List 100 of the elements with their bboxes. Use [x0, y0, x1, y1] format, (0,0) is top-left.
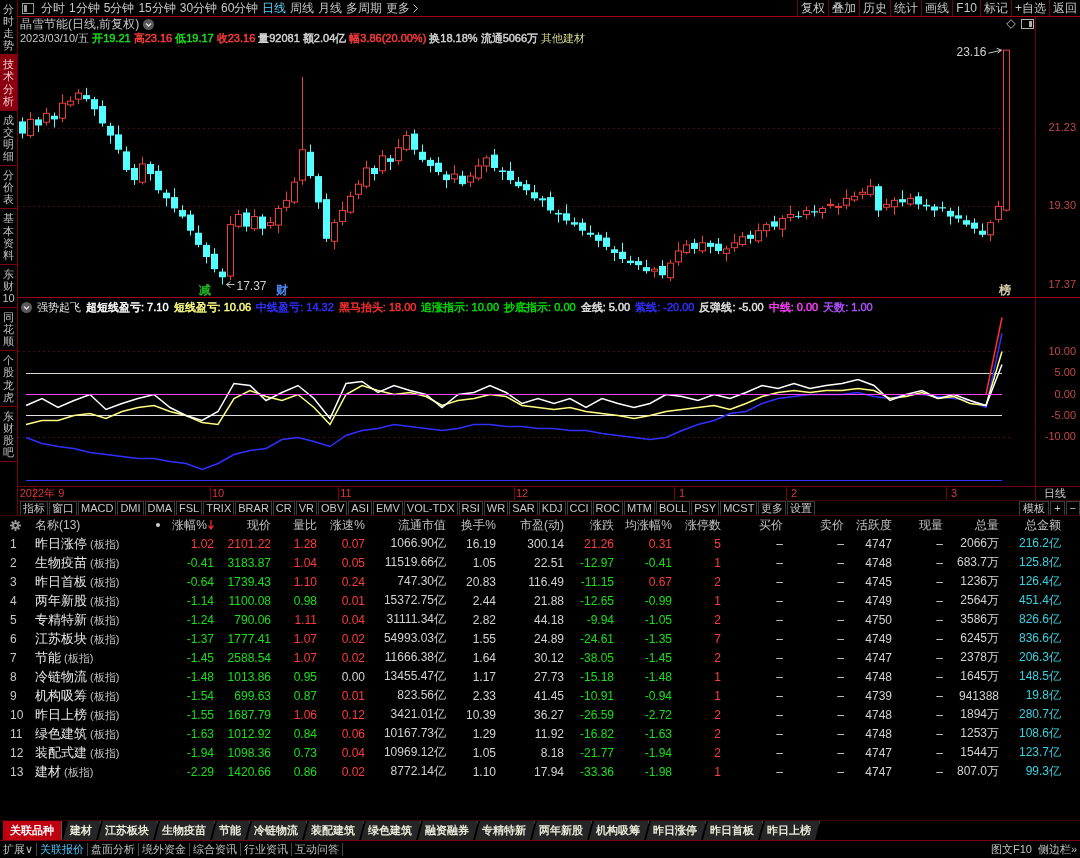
indicator-tab[interactable]: VOL-TDX — [403, 501, 458, 516]
column-header[interactable]: 换手% — [449, 516, 499, 534]
indicator-tab[interactable]: RSI — [458, 501, 483, 516]
sector-name[interactable]: 两年新股 — [35, 591, 87, 610]
related-tab[interactable]: 江苏板块 — [98, 821, 158, 840]
column-header[interactable]: 涨幅% — [165, 516, 217, 534]
period-tab[interactable]: 分时 — [39, 0, 67, 16]
panel-icon[interactable] — [1021, 19, 1034, 29]
sidebar-tab[interactable]: 基本资料 — [0, 209, 17, 265]
toolbar-button[interactable]: 统计 — [890, 0, 922, 16]
sector-name[interactable]: 节能 — [35, 648, 61, 667]
column-header[interactable]: 卖价 — [786, 516, 847, 534]
sector-name[interactable]: 装配式建 — [35, 743, 87, 762]
column-header[interactable]: 总金额 — [1002, 516, 1064, 534]
panel-tool-button[interactable]: 模板 — [1019, 501, 1050, 516]
period-tab[interactable]: 15分钟 — [136, 0, 178, 16]
indicator-tab[interactable]: MCST — [720, 501, 758, 516]
sector-name[interactable]: 昨日首板 — [35, 572, 87, 591]
indicator-tab[interactable]: PSY — [691, 501, 720, 516]
related-tab[interactable]: 融资融券 — [418, 821, 478, 840]
toolbar-button[interactable]: 返回 — [1049, 0, 1080, 16]
indicator-tab[interactable]: OBV — [318, 501, 348, 516]
related-tab[interactable]: 装配建筑 — [304, 821, 364, 840]
indicator-tab[interactable]: MTM — [624, 501, 656, 516]
column-header[interactable]: 现量 — [895, 516, 946, 534]
period-tab[interactable]: 60分钟 — [219, 0, 261, 16]
column-header[interactable]: 买价 — [724, 516, 786, 534]
related-tab[interactable]: 机构吸筹 — [589, 821, 649, 840]
panel-tool-button[interactable]: + — [1050, 501, 1065, 516]
indicator-tab[interactable]: CR — [272, 501, 295, 516]
indicator-tab[interactable]: EMV — [372, 501, 403, 516]
toolbar-button[interactable]: 叠加 — [828, 0, 860, 16]
column-header[interactable]: 均涨幅% — [617, 516, 675, 534]
indicator-tab[interactable]: ASI — [348, 501, 372, 516]
period-tab[interactable]: 日线 — [260, 0, 289, 16]
period-tab[interactable]: 1分钟 — [67, 0, 102, 16]
column-header[interactable]: 名称(13) — [32, 516, 150, 534]
period-tab[interactable]: 周线 — [288, 0, 317, 16]
sidebar-tab[interactable]: 东财股吧 — [0, 406, 17, 463]
sector-name[interactable]: 机构吸筹 — [35, 686, 87, 705]
related-tab[interactable]: 关联品种 — [3, 821, 62, 840]
bottom-tab[interactable]: 盘面分析 — [88, 843, 140, 856]
period-tab[interactable]: 多周期 — [344, 0, 385, 16]
related-tab[interactable]: 昨日首板 — [703, 821, 763, 840]
indicator-tab[interactable]: VR — [295, 501, 317, 516]
sidebar-tab[interactable]: 技术分析 — [0, 55, 17, 111]
bottom-tab[interactable]: 境外资金 — [139, 843, 191, 856]
indicator-tab[interactable]: 窗口 — [49, 501, 77, 516]
related-tab[interactable]: 建材 — [63, 821, 101, 840]
indicator-tab[interactable]: KDJ — [538, 501, 566, 516]
indicator-tab[interactable]: TRIX — [203, 501, 235, 516]
chevron-down-icon[interactable] — [21, 302, 32, 313]
indicator-tab[interactable]: CCI — [566, 501, 592, 516]
indicator-tab[interactable]: BRAR — [235, 501, 272, 516]
toolbar-button[interactable]: 标记 — [980, 0, 1011, 16]
related-tab[interactable]: 冷链物流 — [247, 821, 307, 840]
sector-name[interactable]: 生物疫苗 — [35, 553, 87, 572]
more-button[interactable]: 更多 — [384, 0, 421, 16]
indicator-tab[interactable]: BOLL — [656, 501, 691, 516]
event-mark[interactable]: 财 — [276, 284, 288, 297]
period-tab[interactable]: 月线 — [316, 0, 345, 16]
toolbar-button[interactable]: 历史 — [859, 0, 891, 16]
sector-name[interactable]: 建材 — [35, 762, 61, 781]
column-header[interactable]: 涨速% — [320, 516, 368, 534]
related-tab[interactable]: 节能 — [212, 821, 250, 840]
column-header[interactable]: 总量 — [946, 516, 1002, 534]
indicator-tab[interactable]: WR — [483, 501, 509, 516]
column-header[interactable]: 流通市值 — [368, 516, 449, 534]
related-tab[interactable]: 专精特新 — [475, 821, 535, 840]
column-header[interactable]: 涨跌 — [567, 516, 617, 534]
sidebar-tab[interactable]: 个股龙虎 — [0, 351, 17, 407]
sector-name[interactable]: 专精特新 — [35, 610, 87, 629]
bottom-link[interactable]: 图文F10 — [987, 843, 1035, 856]
sector-name[interactable]: 江苏板块 — [35, 629, 87, 648]
indicator-tab[interactable]: DMA — [144, 501, 175, 516]
indicator-tab[interactable]: FSL — [176, 501, 203, 516]
bottom-tab[interactable]: 行业资讯 — [241, 843, 293, 856]
chevron-down-icon[interactable] — [143, 19, 155, 30]
indicator-tab[interactable]: 更多 — [758, 501, 787, 516]
settings-icon[interactable] — [10, 519, 21, 531]
panel-tool-button[interactable]: − — [1065, 501, 1080, 516]
toolbar-button[interactable]: 画线 — [921, 0, 953, 16]
indicator-tab[interactable]: SAR — [509, 501, 538, 516]
panel-toggle-icon[interactable] — [22, 2, 34, 14]
bottom-tab[interactable]: 扩展∨ — [0, 843, 38, 856]
sector-name[interactable]: 绿色建筑 — [35, 724, 87, 743]
sidebar-tab[interactable]: 成交明细 — [0, 110, 17, 167]
indicator-tab[interactable]: 指标 — [20, 501, 48, 516]
related-tab[interactable]: 两年新股 — [532, 821, 592, 840]
period-tab[interactable]: 5分钟 — [101, 0, 137, 16]
column-header[interactable]: 涨停数 — [675, 516, 724, 534]
related-tab[interactable]: 昨日涨停 — [646, 821, 706, 840]
column-header[interactable]: 量比 — [274, 516, 320, 534]
sidebar-tab[interactable]: 东财10 — [0, 264, 17, 309]
event-mark[interactable]: 减 — [199, 284, 211, 297]
related-tab[interactable]: 昨日上榜 — [760, 821, 820, 840]
related-tab[interactable]: 绿色建筑 — [361, 821, 421, 840]
related-tab[interactable]: 生物疫苗 — [155, 821, 215, 840]
column-header[interactable]: 现价 — [217, 516, 274, 534]
event-mark[interactable]: 榜 — [999, 284, 1011, 297]
